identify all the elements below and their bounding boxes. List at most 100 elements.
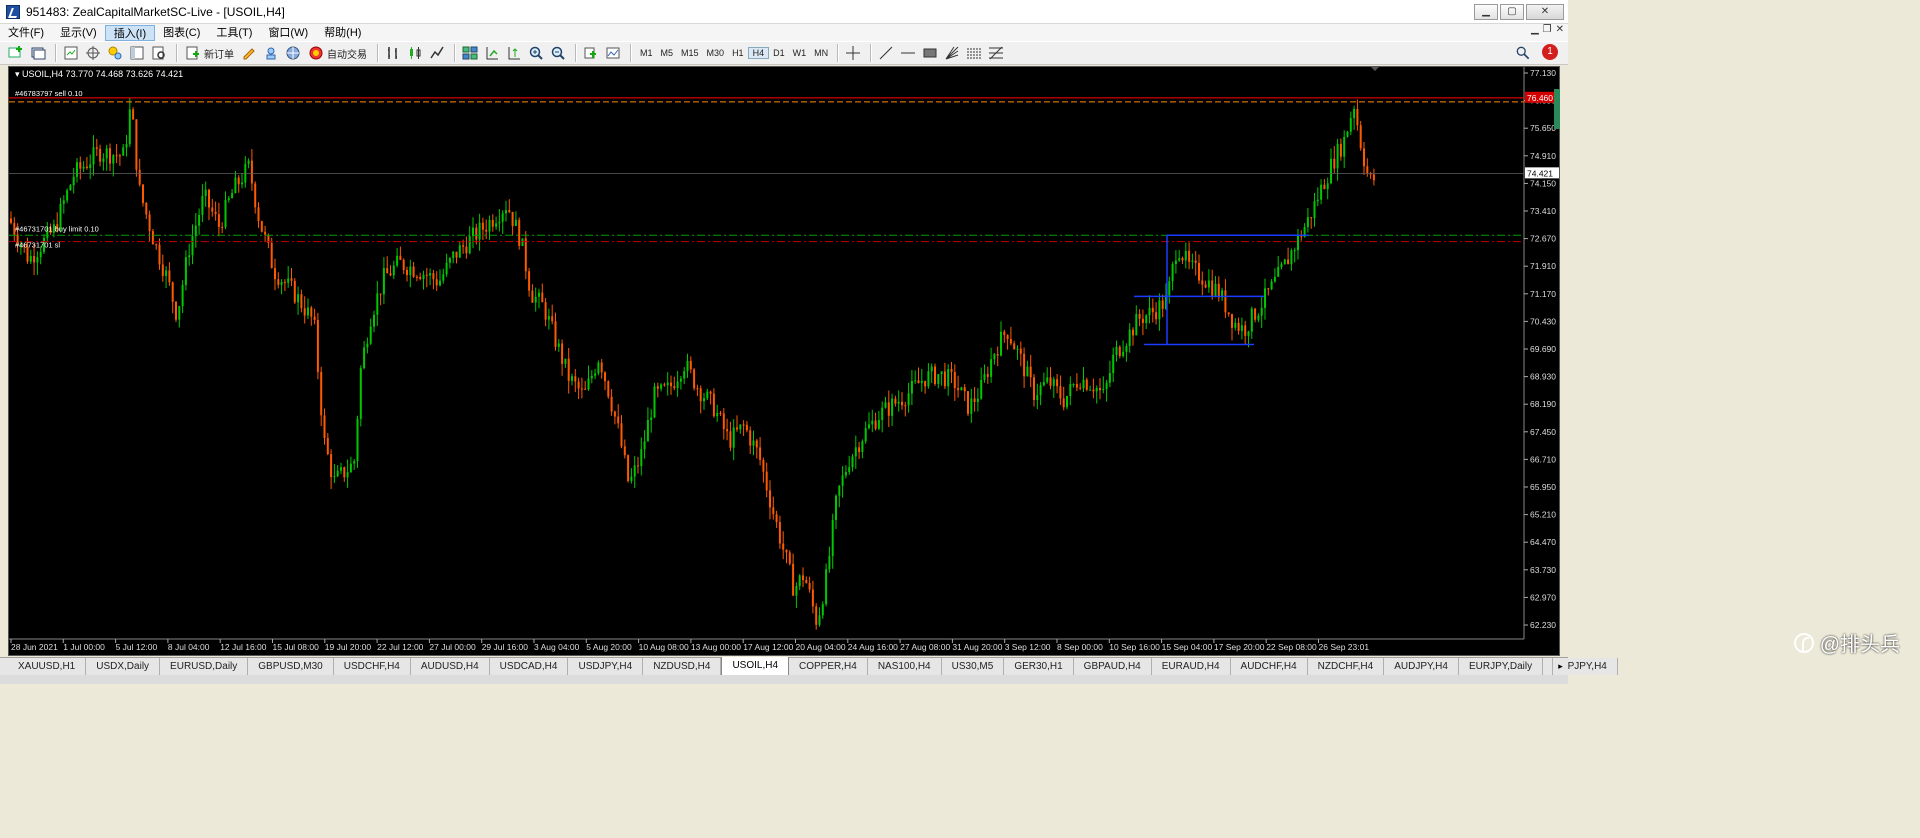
tab-usdchf-h4[interactable]: USDCHF,H4 <box>333 658 411 675</box>
candle-body <box>264 231 267 235</box>
candle-body <box>241 182 243 185</box>
status-strip <box>0 675 1568 684</box>
tab-usdcad-h4[interactable]: USDCAD,H4 <box>489 658 569 675</box>
timeframe-h4[interactable]: H4 <box>747 47 770 59</box>
tab-usdx-daily[interactable]: USDX,Daily <box>86 658 161 675</box>
time-tick-label: 27 Aug 08:00 <box>900 642 950 652</box>
bar-chart-icon[interactable] <box>383 43 403 63</box>
market-watch-icon[interactable] <box>61 43 81 63</box>
watermark: @排头兵 <box>1793 628 1900 657</box>
metaeditor-icon[interactable] <box>239 43 259 63</box>
candle-body <box>1059 386 1062 399</box>
time-tick-label: 8 Sep 00:00 <box>1057 642 1103 652</box>
tile-windows-icon[interactable] <box>460 43 480 63</box>
timeframe-m5[interactable]: M5 <box>657 48 678 58</box>
signals-icon[interactable] <box>261 43 281 63</box>
data-window-icon[interactable] <box>83 43 103 63</box>
collapse-arrow-icon[interactable]: ▾ <box>15 69 20 79</box>
candle-body <box>1244 325 1247 336</box>
minimize-button[interactable]: ▁ <box>1474 4 1498 20</box>
timeframe-m15[interactable]: M15 <box>677 48 703 58</box>
menu-file[interactable]: 文件(F) <box>0 25 52 41</box>
search-icon[interactable] <box>1516 46 1530 60</box>
toolbar-separator <box>837 44 839 62</box>
maximize-button[interactable]: ▢ <box>1500 4 1524 20</box>
menu-insert[interactable]: 插入(I) <box>104 24 156 41</box>
rectangle-icon[interactable] <box>920 43 940 63</box>
tab-nas100-h4[interactable]: NAS100,H4 <box>867 658 942 675</box>
candle-body <box>1293 250 1296 252</box>
menu-tools[interactable]: 工具(T) <box>208 25 260 41</box>
menu-view[interactable]: 显示(V) <box>52 25 105 41</box>
timeframe-h1[interactable]: H1 <box>728 48 748 58</box>
menu-charts[interactable]: 图表(C) <box>155 25 208 41</box>
tab-usdjpy-h4[interactable]: USDJPY,H4 <box>568 658 644 675</box>
fibonacci-icon[interactable] <box>964 43 984 63</box>
mdi-close-icon[interactable]: ✕ <box>1556 24 1564 35</box>
indicators-icon[interactable] <box>581 43 601 63</box>
tab-euraud-h4[interactable]: EURAUD,H4 <box>1151 658 1231 675</box>
tab-usoil-h4[interactable]: USOIL,H4 <box>721 657 790 676</box>
menu-window[interactable]: 窗口(W) <box>260 25 316 41</box>
tab-copper-h4[interactable]: COPPER,H4 <box>789 658 868 675</box>
candle-body <box>217 214 220 227</box>
timeframe-w1[interactable]: W1 <box>789 48 811 58</box>
mdi-restore-icon[interactable]: ❐ <box>1543 24 1552 35</box>
candle-body <box>1273 276 1276 282</box>
tab-nzdusd-h4[interactable]: NZDUSD,H4 <box>643 658 722 675</box>
auto-scroll-icon[interactable] <box>482 43 502 63</box>
crosshair-icon[interactable] <box>843 43 863 63</box>
menu-help[interactable]: 帮助(H) <box>316 25 369 41</box>
tab-gbpusd-m30[interactable]: GBPUSD,M30 <box>248 658 334 675</box>
notification-badge[interactable]: 1 <box>1542 44 1558 60</box>
tab-ger30-h1[interactable]: GER30,H1 <box>1004 658 1074 675</box>
tab-eurjpy-daily[interactable]: EURJPY,Daily <box>1458 658 1544 675</box>
market-icon[interactable] <box>283 43 303 63</box>
candle-body <box>458 245 461 258</box>
new-order-button[interactable]: 新订单 <box>182 43 237 63</box>
tab-gbpaud-h4[interactable]: GBPAUD,H4 <box>1073 658 1152 675</box>
mdi-minimize-icon[interactable]: ▁ <box>1531 24 1539 35</box>
timeframe-m30[interactable]: M30 <box>703 48 729 58</box>
chart-shift-icon[interactable] <box>504 43 524 63</box>
close-button[interactable]: ✕ <box>1526 4 1564 20</box>
tab-audjpy-h4[interactable]: AUDJPY,H4 <box>1384 658 1459 675</box>
candle-body <box>201 196 204 216</box>
terminal-icon[interactable] <box>127 43 147 63</box>
candle-body <box>924 380 927 387</box>
profiles-button[interactable] <box>28 43 48 63</box>
chart-shift-marker-icon[interactable] <box>1371 67 1379 71</box>
auto-trading-button[interactable]: 自动交易 <box>305 43 370 63</box>
candle-body <box>811 589 814 607</box>
timeframe-mn[interactable]: MN <box>810 48 832 58</box>
new-chart-button[interactable] <box>6 43 26 63</box>
zoom-in-icon[interactable] <box>526 43 546 63</box>
fibo-fan-icon[interactable] <box>986 43 1006 63</box>
candlestick-icon[interactable] <box>405 43 425 63</box>
buy-limit-label: #46731701 buy limit 0.10 <box>15 224 99 233</box>
tab-eurusd-daily[interactable]: EURUSD,Daily <box>160 658 249 675</box>
tab-us30-m5[interactable]: US30,M5 <box>941 658 1005 675</box>
trendline-icon[interactable] <box>876 43 896 63</box>
candle-body <box>313 316 316 321</box>
tab-nzdchf-h4[interactable]: NZDCHF,H4 <box>1307 658 1385 675</box>
tab-scroll-right-icon[interactable]: ▸ <box>1552 658 1568 675</box>
gann-fan-icon[interactable] <box>942 43 962 63</box>
scroll-handle[interactable] <box>1554 89 1560 129</box>
candle-body <box>1227 312 1230 315</box>
horizontal-line-icon[interactable] <box>898 43 918 63</box>
candle-body <box>1029 366 1032 378</box>
timeframe-d1[interactable]: D1 <box>769 48 789 58</box>
navigator-icon[interactable] <box>105 43 125 63</box>
tab-xauusd-h1[interactable]: XAUUSD,H1 <box>8 658 87 675</box>
tab-audusd-h4[interactable]: AUDUSD,H4 <box>410 658 490 675</box>
templates-icon[interactable] <box>603 43 623 63</box>
price-chart[interactable]: 77.13076.39075.65074.91074.15073.41072.6… <box>8 66 1560 656</box>
strategy-tester-icon[interactable] <box>149 43 169 63</box>
zoom-out-icon[interactable] <box>548 43 568 63</box>
candle-body <box>1217 283 1220 298</box>
candle-body <box>996 354 999 356</box>
timeframe-m1[interactable]: M1 <box>636 48 657 58</box>
line-chart-icon[interactable] <box>427 43 447 63</box>
tab-audchf-h4[interactable]: AUDCHF,H4 <box>1230 658 1308 675</box>
